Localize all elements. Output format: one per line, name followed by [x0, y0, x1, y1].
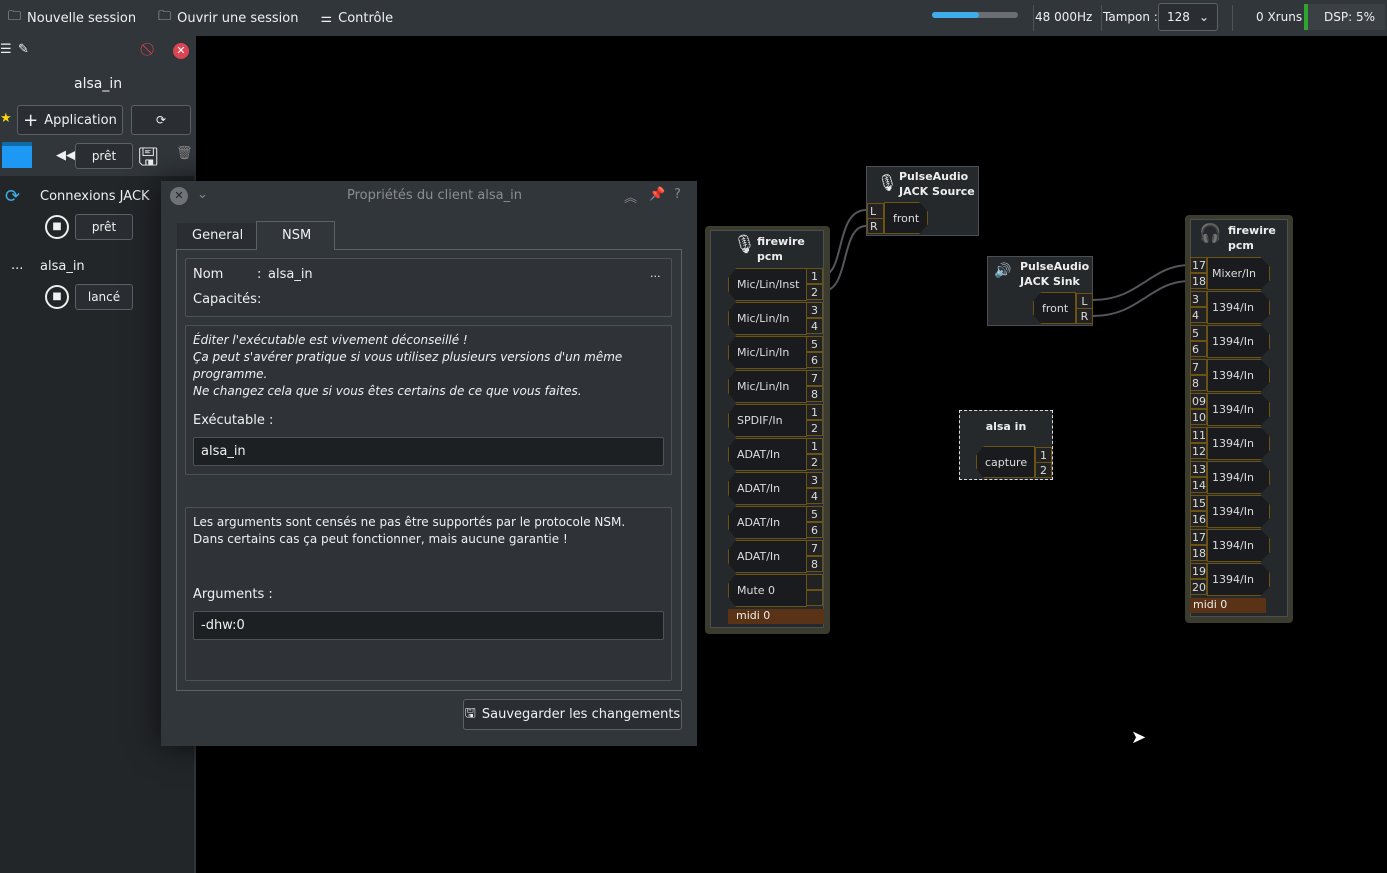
firewire-playback-box[interactable]: 🎧 firewire pcm 17 18 Mixer/In 3 4 1394/In 5 6 139…: [1185, 215, 1293, 623]
port-number[interactable]: 5: [806, 336, 823, 352]
node-subtitle: pcm: [1228, 239, 1254, 252]
port-label[interactable]: ADAT/In: [728, 506, 807, 539]
port-label[interactable]: 1394/In: [1207, 529, 1270, 562]
port-number[interactable]: 20: [1190, 579, 1207, 595]
tab-nsm[interactable]: NSM: [256, 221, 335, 250]
pulseaudio-source-box[interactable]: 🎙 PulseAudio JACK Source L R front: [866, 166, 979, 236]
port-number[interactable]: 14: [1190, 477, 1207, 493]
node-title: alsa in: [985, 420, 1027, 433]
port-number[interactable]: 15: [1190, 495, 1207, 511]
port-number[interactable]: 18: [1190, 545, 1207, 561]
port-r[interactable]: R: [1076, 308, 1093, 324]
port-number[interactable]: 4: [806, 318, 823, 334]
port-number[interactable]: 3: [1190, 291, 1207, 307]
node-subtitle: pcm: [757, 250, 783, 263]
mouse-cursor-icon: ➤: [1131, 727, 1147, 748]
port-number[interactable]: 10: [1190, 409, 1207, 425]
port-label[interactable]: Mute 0: [728, 574, 807, 607]
port-label[interactable]: Mic/Lin/In: [728, 370, 807, 403]
port-number[interactable]: 1: [806, 404, 823, 420]
headphones-icon: 🎧: [1199, 223, 1222, 244]
port-number[interactable]: 17: [1190, 257, 1207, 273]
port-l[interactable]: L: [1076, 293, 1093, 309]
port-1[interactable]: 1: [1035, 447, 1052, 463]
port-number[interactable]: 6: [806, 352, 823, 368]
port-label[interactable]: ADAT/In: [728, 540, 807, 573]
node-subtitle: JACK Sink: [1020, 275, 1080, 288]
front-port[interactable]: front: [1033, 292, 1076, 324]
port-number[interactable]: 11: [1190, 427, 1207, 443]
port-number[interactable]: 2: [806, 284, 823, 300]
port-number[interactable]: 17: [1190, 529, 1207, 545]
port-number[interactable]: 2: [806, 454, 823, 470]
port-number[interactable]: 8: [806, 556, 823, 572]
port-label[interactable]: 1394/In: [1207, 563, 1270, 596]
front-port[interactable]: front: [884, 202, 928, 234]
port-l[interactable]: L: [867, 203, 884, 219]
port-label[interactable]: 1394/In: [1207, 427, 1270, 460]
port-label[interactable]: ADAT/In: [728, 438, 807, 471]
port-number[interactable]: [806, 574, 823, 590]
port-number[interactable]: 7: [806, 370, 823, 386]
port-number[interactable]: 19: [1190, 563, 1207, 579]
port-number[interactable]: 18: [1190, 273, 1207, 289]
port-label[interactable]: 1394/In: [1207, 359, 1270, 392]
port-label[interactable]: Mic/Lin/Inst: [728, 268, 807, 301]
node-title: firewire: [757, 235, 805, 248]
microphone-icon: 🎙: [877, 173, 898, 192]
port-number[interactable]: 1: [806, 268, 823, 284]
port-number[interactable]: 7: [1190, 359, 1207, 375]
port-number[interactable]: 4: [1190, 307, 1207, 323]
port-label[interactable]: 1394/In: [1207, 495, 1270, 528]
connection-wires: [822, 209, 1191, 317]
node-title: PulseAudio: [899, 170, 969, 183]
port-label[interactable]: Mic/Lin/In: [728, 336, 807, 369]
alsa-in-box[interactable]: alsa in capture 1 2: [959, 410, 1053, 480]
node-title: firewire: [1228, 224, 1276, 237]
port-2[interactable]: 2: [1035, 462, 1052, 478]
firewire-capture-box[interactable]: 🎙 firewire pcm Mic/Lin/Inst 1 2 Mic/Lin/In 3 4…: [705, 226, 830, 634]
port-number[interactable]: 2: [806, 420, 823, 436]
port-number[interactable]: 4: [806, 488, 823, 504]
microphone-icon: 🎙: [733, 234, 756, 255]
port-number[interactable]: 8: [806, 386, 823, 402]
port-number[interactable]: 13: [1190, 461, 1207, 477]
port-label[interactable]: Mixer/In: [1207, 257, 1270, 290]
port-number[interactable]: 12: [1190, 443, 1207, 459]
port-number[interactable]: 3: [806, 472, 823, 488]
port-number[interactable]: 16: [1190, 511, 1207, 527]
port-label[interactable]: ADAT/In: [728, 472, 807, 505]
node-title: PulseAudio: [1020, 260, 1090, 273]
capture-port[interactable]: capture: [976, 446, 1035, 478]
port-number[interactable]: 1: [806, 438, 823, 454]
port-number[interactable]: 6: [806, 522, 823, 538]
port-number[interactable]: 09: [1190, 393, 1207, 409]
node-subtitle: JACK Source: [899, 185, 975, 198]
port-label[interactable]: Mic/Lin/In: [728, 302, 807, 335]
midi-port[interactable]: midi 0: [1190, 598, 1266, 613]
speaker-icon: 🔊: [994, 263, 1012, 279]
port-label[interactable]: 1394/In: [1207, 325, 1270, 358]
port-number[interactable]: 8: [1190, 375, 1207, 391]
port-number[interactable]: 6: [1190, 341, 1207, 357]
port-r[interactable]: R: [867, 218, 884, 234]
port-number[interactable]: 5: [806, 506, 823, 522]
midi-port[interactable]: midi 0: [728, 609, 824, 624]
port-label[interactable]: 1394/In: [1207, 393, 1270, 426]
pulseaudio-sink-box[interactable]: 🔊 PulseAudio JACK Sink front L R: [987, 256, 1093, 326]
port-label[interactable]: 1394/In: [1207, 461, 1270, 494]
port-number[interactable]: 7: [806, 540, 823, 556]
port-number[interactable]: 3: [806, 302, 823, 318]
port-number[interactable]: 5: [1190, 325, 1207, 341]
port-label[interactable]: 1394/In: [1207, 291, 1270, 324]
port-label[interactable]: SPDIF/In: [728, 404, 807, 437]
port-number[interactable]: [806, 590, 823, 606]
